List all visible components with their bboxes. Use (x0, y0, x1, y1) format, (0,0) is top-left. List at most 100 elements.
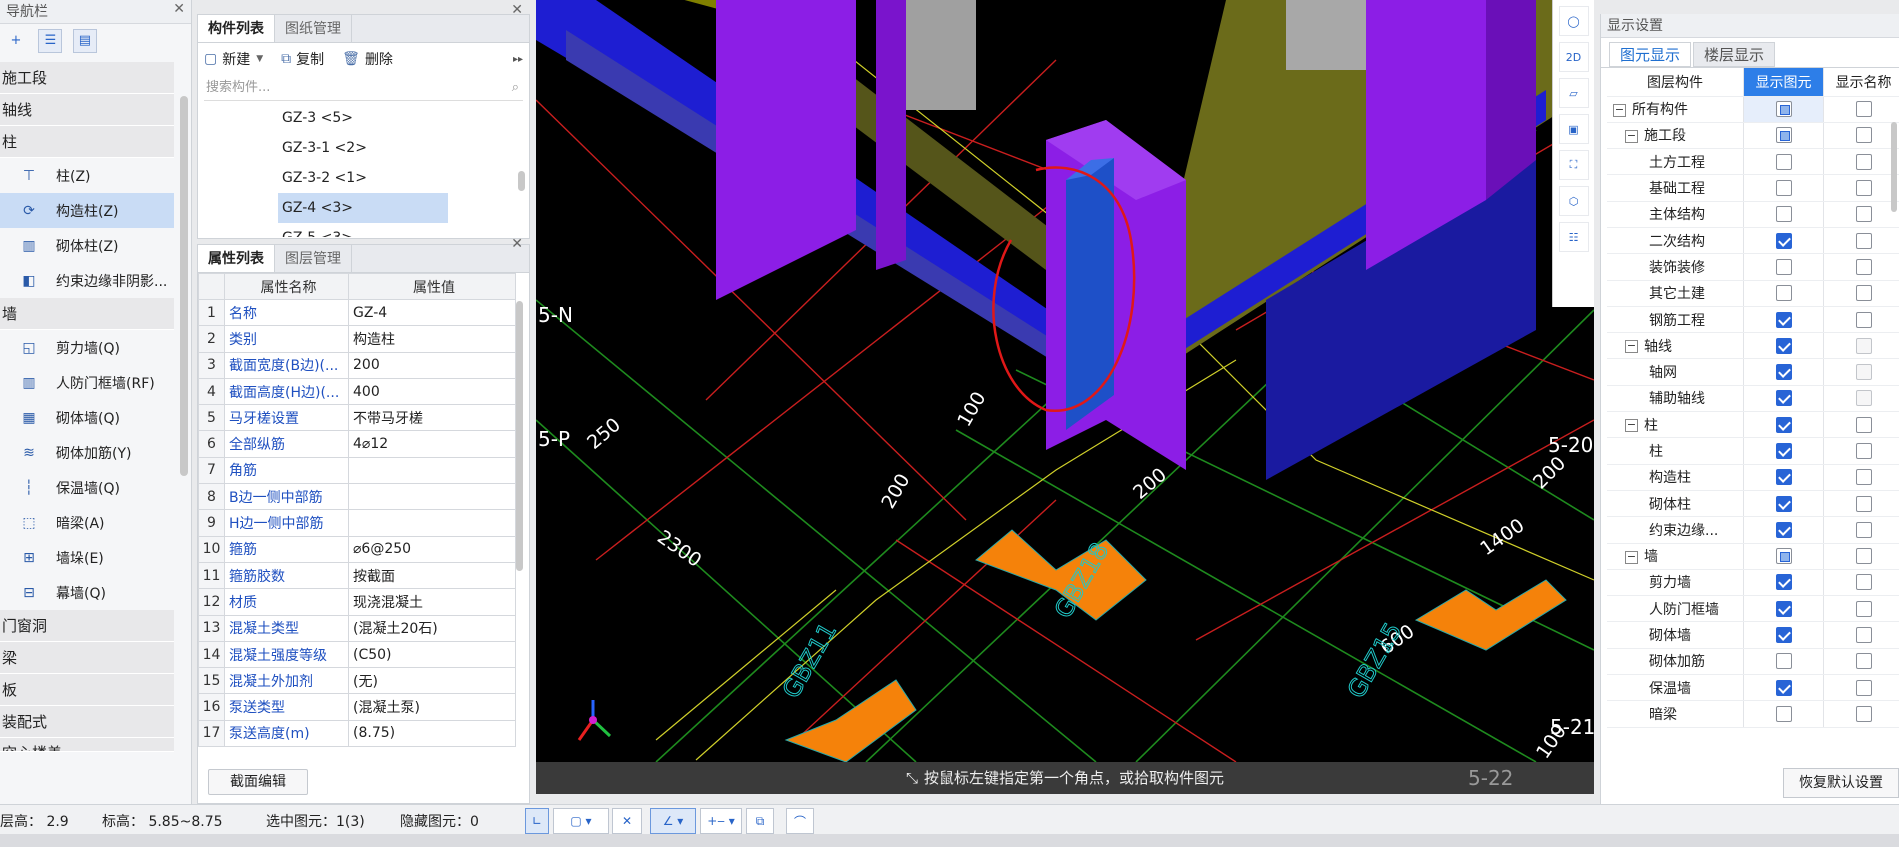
show-name-checkbox[interactable] (1855, 390, 1872, 407)
nav-item-wall-6[interactable]: ⊞ 墙垛(E) (0, 540, 174, 575)
tab-floor-display[interactable]: 楼层显示 (1693, 42, 1776, 67)
component-item[interactable]: GZ-3-1 <2> (198, 133, 529, 163)
nav-group-hollow-slab[interactable]: 空心楼盖 (0, 738, 174, 752)
more-icon[interactable]: ▸▸ (513, 54, 523, 65)
show-name-checkbox[interactable] (1855, 364, 1872, 381)
show-name-checkbox[interactable] (1855, 495, 1872, 512)
collapse-toggle-icon[interactable]: − (1625, 340, 1638, 354)
nav-item-wall-2[interactable]: ▦ 砌体墙(Q) (0, 400, 174, 435)
property-value[interactable]: (混凝土泵) (348, 693, 516, 721)
display-scrollbar[interactable] (1891, 122, 1897, 212)
restore-default-button[interactable]: 恢复默认设置 (1783, 768, 1899, 798)
nav-group-construction-stage[interactable]: 施工段 (0, 62, 174, 94)
component-item[interactable]: GZ-4 <3> (198, 193, 529, 223)
show-element-checkbox[interactable] (1775, 521, 1792, 538)
comp-scrollbar[interactable] (518, 171, 525, 191)
property-row[interactable]: 9 H边一侧中部筋 (198, 509, 516, 537)
copy-layer-icon[interactable]: ⧉ (746, 808, 774, 834)
show-element-checkbox[interactable] (1775, 390, 1792, 407)
collapse-toggle-icon[interactable]: − (1625, 419, 1638, 433)
nav-item-wall-0[interactable]: ◱ 剪力墙(Q) (0, 330, 174, 365)
arc-icon[interactable]: ⌒ (786, 808, 814, 834)
show-name-checkbox[interactable] (1855, 206, 1872, 223)
dynamic-observe-icon[interactable]: ◯ (1558, 6, 1589, 36)
tab-property-list[interactable]: 属性列表 (198, 245, 275, 272)
show-element-checkbox[interactable] (1775, 574, 1792, 591)
show-name-checkbox[interactable] (1855, 574, 1872, 591)
show-element-checkbox[interactable] (1775, 311, 1792, 328)
tab-drawing-management[interactable]: 图纸管理 (275, 15, 352, 42)
property-row[interactable]: 14 混凝土强度等级 (C50) (198, 640, 516, 669)
cross-select-icon[interactable]: ✕ (612, 808, 642, 834)
component-item[interactable]: GZ-3-2 <1> (198, 163, 529, 193)
property-row[interactable]: 7 角筋 (198, 456, 516, 485)
ortho-icon[interactable]: ∟ (525, 808, 549, 834)
property-row[interactable]: 16 泵送类型 (混凝土泵) (198, 693, 516, 721)
list-view-icon[interactable]: ☰ (38, 29, 63, 53)
property-value[interactable] (348, 456, 516, 485)
property-row[interactable]: 6 全部纵筋 4⌀12 (198, 430, 516, 458)
property-row[interactable]: 1 名称 GZ-4 (198, 298, 516, 327)
property-value[interactable]: ⌀6@250 (348, 535, 516, 563)
nav-group-slab[interactable]: 板 (0, 674, 174, 706)
property-row[interactable]: 2 类别 构造柱 (198, 325, 516, 353)
show-name-checkbox[interactable] (1855, 679, 1872, 696)
property-value[interactable]: 4⌀12 (348, 430, 516, 458)
show-element-checkbox[interactable] (1775, 705, 1792, 722)
show-element-checkbox[interactable] (1775, 285, 1792, 302)
show-name-checkbox[interactable] (1855, 101, 1872, 118)
show-element-checkbox[interactable] (1775, 416, 1792, 433)
property-row[interactable]: 11 箍筋胶数 按截面 (198, 561, 516, 590)
nav-group-axis[interactable]: 轴线 (0, 94, 174, 126)
nav-scrollbar[interactable] (180, 96, 188, 476)
show-element-checkbox[interactable] (1775, 153, 1792, 170)
nav-group-beam[interactable]: 梁 (0, 642, 174, 674)
property-value[interactable]: (混凝土20石) (348, 614, 516, 642)
show-element-checkbox[interactable] (1775, 679, 1792, 696)
property-value[interactable]: 构造柱 (348, 325, 516, 353)
show-element-checkbox[interactable] (1775, 364, 1792, 381)
property-value[interactable]: 不带马牙槎 (348, 404, 516, 432)
show-name-checkbox[interactable] (1855, 232, 1872, 249)
show-name-checkbox[interactable] (1855, 180, 1872, 197)
property-row[interactable]: 17 泵送高度(m) (8.75) (198, 719, 516, 748)
component-item[interactable]: GZ-5 <3> (198, 223, 529, 237)
property-row[interactable]: 4 截面高度(H边)(... 400 (198, 377, 516, 406)
display-settings-icon[interactable]: ☷ (1558, 222, 1589, 252)
show-element-checkbox[interactable] (1775, 127, 1792, 144)
tab-layer-management[interactable]: 图层管理 (275, 245, 352, 272)
nav-item-wall-4[interactable]: ┆ 保温墙(Q) (0, 470, 174, 505)
show-element-checkbox[interactable] (1775, 206, 1792, 223)
property-value[interactable]: 200 (348, 351, 516, 379)
property-value[interactable]: (无) (348, 667, 516, 695)
show-element-checkbox[interactable] (1775, 548, 1792, 565)
property-value[interactable]: GZ-4 (348, 298, 516, 327)
property-value[interactable] (348, 509, 516, 537)
model-canvas[interactable]: 5-N 5-P 5-20 5-21 250 100 200 2300 200 1… (536, 0, 1594, 762)
detail-view-icon[interactable]: ▤ (72, 29, 97, 53)
nav-group-prefab[interactable]: 装配式 (0, 706, 174, 738)
property-row[interactable]: 3 截面宽度(B边)(... 200 (198, 351, 516, 379)
property-value[interactable]: (C50) (348, 640, 516, 669)
property-row[interactable]: 5 马牙槎设置 不带马牙槎 (198, 404, 516, 432)
collapse-toggle-icon[interactable]: − (1625, 550, 1638, 564)
selected-column[interactable] (1066, 158, 1114, 430)
property-row[interactable]: 15 混凝土外加剂 (无) (198, 667, 516, 695)
show-name-checkbox[interactable] (1855, 127, 1872, 144)
show-name-checkbox[interactable] (1855, 600, 1872, 617)
nav-item-wall-3[interactable]: ≋ 砌体加筋(Y) (0, 435, 174, 470)
property-row[interactable]: 12 材质 现浇混凝土 (198, 588, 516, 616)
nav-group-column[interactable]: 柱 (0, 126, 174, 158)
copy-button[interactable]: ⧉ 复制 (281, 49, 324, 69)
property-row[interactable]: 8 B边一侧中部筋 (198, 483, 516, 511)
show-name-checkbox[interactable] (1855, 443, 1872, 459)
3d-view-icon[interactable]: ▱ (1558, 78, 1589, 108)
show-element-checkbox[interactable] (1775, 337, 1792, 354)
snap-mode-icon[interactable]: ▢ ▾ (553, 808, 609, 834)
dynamic-input-icon[interactable]: +‒ ▾ (700, 808, 742, 834)
property-row[interactable]: 10 箍筋 ⌀6@250 (198, 535, 516, 563)
nav-item-column-3[interactable]: ◧ 约束边缘非阴影... (0, 263, 174, 298)
component-item[interactable]: GZ-3 <5> (198, 103, 529, 133)
property-value[interactable]: (8.75) (348, 719, 516, 748)
show-element-checkbox[interactable] (1775, 495, 1792, 512)
